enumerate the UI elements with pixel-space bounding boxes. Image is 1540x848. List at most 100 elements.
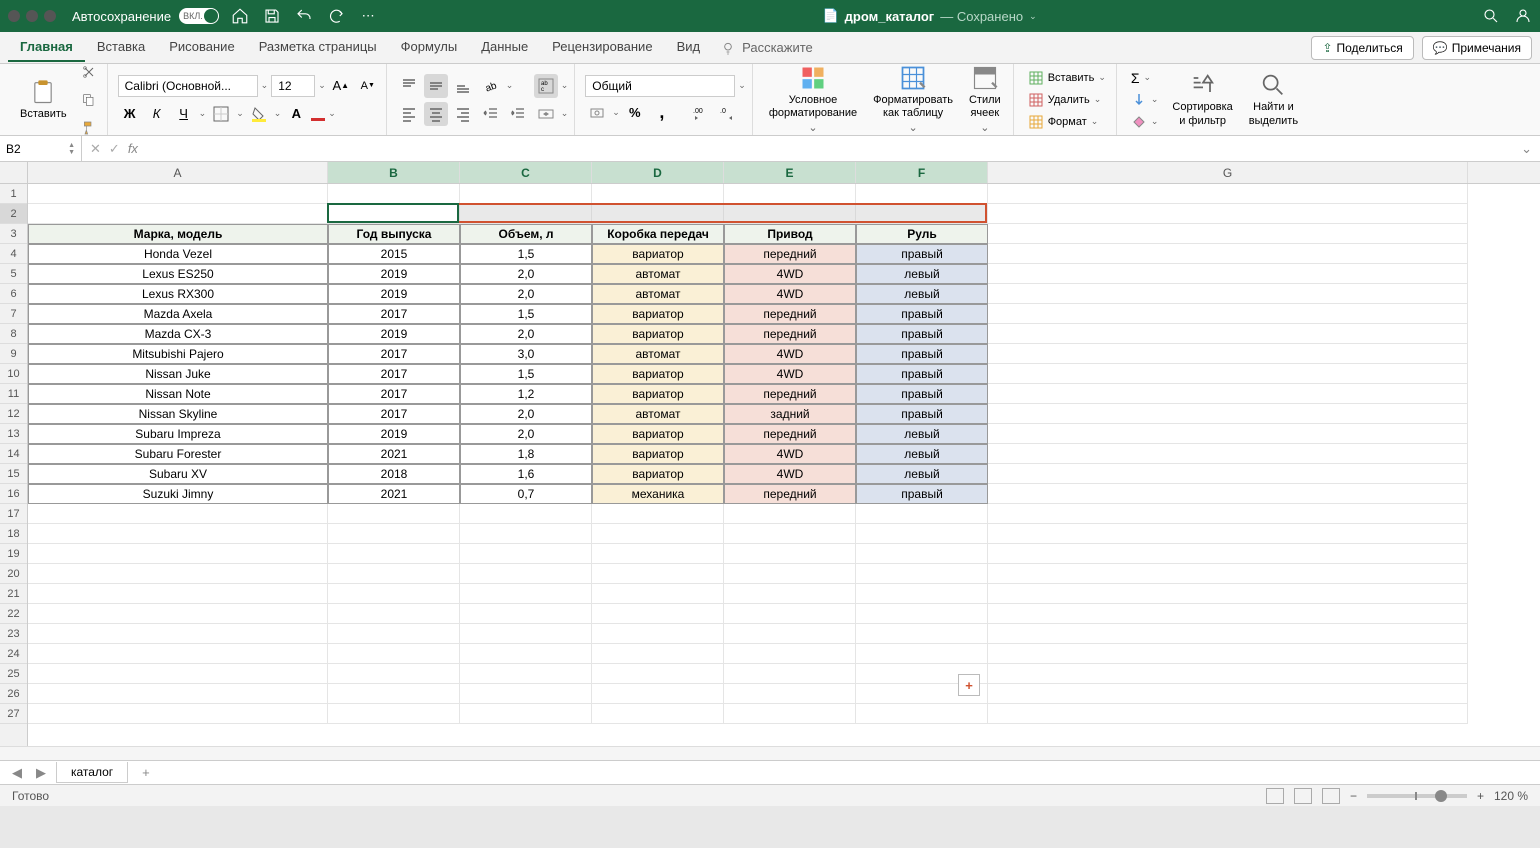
- conditional-formatting-button[interactable]: Условное форматирование ⌄: [763, 64, 863, 136]
- row-header[interactable]: 21: [0, 584, 27, 604]
- zoom-level[interactable]: 120 %: [1494, 789, 1528, 803]
- cell[interactable]: [724, 184, 856, 204]
- cell[interactable]: вариатор: [592, 244, 724, 264]
- cell[interactable]: [28, 204, 328, 224]
- row-header[interactable]: 17: [0, 504, 27, 524]
- cell[interactable]: [328, 204, 460, 224]
- cell[interactable]: [988, 304, 1468, 324]
- cell[interactable]: [28, 644, 328, 664]
- cell[interactable]: [28, 564, 328, 584]
- cell[interactable]: 4WD: [724, 264, 856, 284]
- align-middle-icon[interactable]: [424, 74, 448, 98]
- cell[interactable]: [592, 564, 724, 584]
- column-header[interactable]: C: [460, 162, 592, 183]
- cell[interactable]: левый: [856, 284, 988, 304]
- cell[interactable]: [460, 544, 592, 564]
- numformat-chev-icon[interactable]: ⌄: [738, 80, 746, 91]
- align-right-icon[interactable]: [451, 102, 475, 126]
- cell[interactable]: левый: [856, 464, 988, 484]
- cell[interactable]: 2017: [328, 344, 460, 364]
- fill-color-icon[interactable]: [247, 102, 271, 126]
- cell[interactable]: [988, 384, 1468, 404]
- cell[interactable]: [28, 664, 328, 684]
- borders-icon[interactable]: [209, 102, 233, 126]
- sort-filter-button[interactable]: Сортировка и фильтр: [1166, 71, 1238, 127]
- cell[interactable]: [28, 544, 328, 564]
- cell[interactable]: вариатор: [592, 364, 724, 384]
- cell[interactable]: передний: [724, 244, 856, 264]
- cell[interactable]: Subaru Impreza: [28, 424, 328, 444]
- cell[interactable]: автомат: [592, 344, 724, 364]
- cell[interactable]: [724, 644, 856, 664]
- horizontal-scrollbar[interactable]: [0, 746, 1540, 760]
- cell[interactable]: 4WD: [724, 344, 856, 364]
- more-icon[interactable]: ⋯: [359, 7, 377, 25]
- cell[interactable]: [592, 644, 724, 664]
- cell[interactable]: вариатор: [592, 304, 724, 324]
- cell[interactable]: [328, 544, 460, 564]
- cell[interactable]: [592, 184, 724, 204]
- cell[interactable]: вариатор: [592, 444, 724, 464]
- align-center-icon[interactable]: [424, 102, 448, 126]
- cell[interactable]: [856, 564, 988, 584]
- cell[interactable]: [328, 184, 460, 204]
- orientation-chev-icon[interactable]: ⌄: [506, 80, 514, 91]
- cell[interactable]: [592, 664, 724, 684]
- normal-view-icon[interactable]: [1266, 788, 1284, 804]
- name-box[interactable]: ▲▼: [0, 136, 82, 161]
- cell[interactable]: [988, 624, 1468, 644]
- orientation-icon[interactable]: ab: [479, 74, 503, 98]
- cell[interactable]: [28, 684, 328, 704]
- fill-button[interactable]: ⌄: [1127, 91, 1163, 109]
- paste-button[interactable]: Вставить: [14, 78, 73, 121]
- row-header[interactable]: 6: [0, 284, 27, 304]
- cell[interactable]: Nissan Skyline: [28, 404, 328, 424]
- cell[interactable]: [328, 624, 460, 644]
- align-bottom-icon[interactable]: [451, 74, 475, 98]
- cell[interactable]: [28, 704, 328, 724]
- column-header[interactable]: D: [592, 162, 724, 183]
- cell[interactable]: 2,0: [460, 284, 592, 304]
- cell-styles-button[interactable]: Стили ячеек ⌄: [963, 64, 1007, 136]
- cell[interactable]: [724, 504, 856, 524]
- fill-chev-icon[interactable]: ⌄: [274, 108, 282, 119]
- confirm-formula-icon[interactable]: ✓: [109, 141, 120, 157]
- row-header[interactable]: 25: [0, 664, 27, 684]
- cell[interactable]: [328, 704, 460, 724]
- cell[interactable]: [988, 224, 1468, 244]
- cell[interactable]: 4WD: [724, 364, 856, 384]
- page-break-view-icon[interactable]: [1322, 788, 1340, 804]
- cell[interactable]: автомат: [592, 264, 724, 284]
- cell[interactable]: [856, 644, 988, 664]
- cell[interactable]: [592, 504, 724, 524]
- row-header[interactable]: 19: [0, 544, 27, 564]
- cancel-formula-icon[interactable]: ✕: [90, 141, 101, 157]
- row-header[interactable]: 15: [0, 464, 27, 484]
- autosum-button[interactable]: Σ⌄: [1127, 69, 1163, 87]
- sheet-tab[interactable]: каталог: [56, 762, 128, 783]
- cell[interactable]: 2017: [328, 304, 460, 324]
- save-icon[interactable]: [263, 7, 281, 25]
- cell[interactable]: [328, 644, 460, 664]
- align-left-icon[interactable]: [397, 102, 421, 126]
- search-icon[interactable]: [1482, 7, 1500, 25]
- increase-decimal-icon[interactable]: .00: [688, 101, 712, 125]
- ribbon-tab[interactable]: Вставка: [85, 33, 157, 62]
- format-as-table-button[interactable]: Форматировать как таблицу ⌄: [867, 64, 959, 136]
- cell[interactable]: [856, 544, 988, 564]
- cell[interactable]: [724, 704, 856, 724]
- cell[interactable]: 2021: [328, 484, 460, 504]
- cell[interactable]: вариатор: [592, 384, 724, 404]
- cell[interactable]: [592, 584, 724, 604]
- cell[interactable]: [328, 564, 460, 584]
- wrap-text-icon[interactable]: abc: [534, 74, 558, 98]
- close-window-icon[interactable]: [8, 10, 20, 22]
- column-header[interactable]: E: [724, 162, 856, 183]
- cell[interactable]: автомат: [592, 404, 724, 424]
- cell[interactable]: 1,6: [460, 464, 592, 484]
- cell[interactable]: [856, 184, 988, 204]
- undo-icon[interactable]: [295, 7, 313, 25]
- row-header[interactable]: 11: [0, 384, 27, 404]
- merge-chev-icon[interactable]: ⌄: [561, 108, 569, 119]
- cell[interactable]: [460, 604, 592, 624]
